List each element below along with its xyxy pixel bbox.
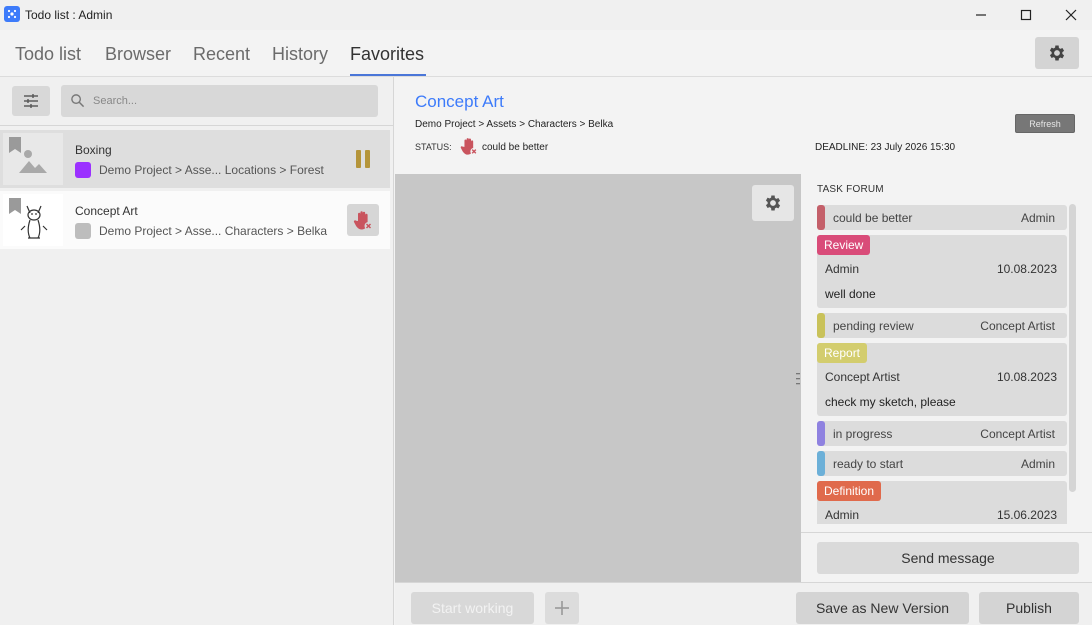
- message-status: could be better: [833, 211, 913, 225]
- message-date: 10.08.2023: [996, 370, 1057, 384]
- message-date: 15.06.2023: [996, 508, 1057, 522]
- forum-message-card: Review Admin 10.08.2023 well done: [817, 235, 1067, 308]
- refresh-button[interactable]: Refresh: [1015, 114, 1075, 133]
- thumbnail-sketch: [3, 194, 63, 246]
- action-bar: Start working Save as New Version Publis…: [395, 582, 1092, 625]
- forum-status-message: ready to start Admin: [817, 451, 1067, 476]
- stop-hand-icon: [460, 138, 478, 156]
- status-value: could be better: [482, 142, 549, 153]
- active-tab-indicator: [350, 74, 426, 76]
- forum-status-message: pending review Concept Artist: [817, 313, 1067, 338]
- color-swatch: [75, 162, 91, 178]
- message-tag: Review: [817, 235, 871, 255]
- tab-browser[interactable]: Browser: [105, 44, 171, 65]
- divider: [0, 125, 393, 126]
- message-author: Admin: [825, 262, 860, 276]
- task-status-button[interactable]: [347, 204, 379, 236]
- message-text: check my sketch, please: [825, 395, 956, 409]
- minimize-button[interactable]: [958, 0, 1004, 30]
- message-author: Admin: [825, 508, 860, 522]
- task-title: Concept Art: [415, 92, 504, 111]
- preview-settings-button[interactable]: [752, 185, 794, 221]
- gear-icon: [765, 195, 781, 211]
- forum-scrollbar[interactable]: [1069, 204, 1076, 492]
- bookmark-icon[interactable]: [8, 197, 22, 215]
- status-color-bar: [817, 451, 825, 476]
- tab-favorites[interactable]: Favorites: [350, 44, 424, 65]
- sliders-icon: [24, 94, 38, 108]
- message-author: Admin: [1020, 211, 1055, 225]
- message-author: Admin: [1020, 457, 1055, 471]
- minimize-icon: [976, 14, 986, 16]
- send-message-button[interactable]: Send message: [817, 542, 1079, 574]
- message-date: 10.08.2023: [996, 262, 1057, 276]
- task-item-boxing[interactable]: Boxing Demo Project > Asse... Locations …: [0, 130, 390, 188]
- pause-icon: [356, 150, 370, 168]
- breadcrumb: Demo Project > Assets > Characters > Bel…: [415, 119, 614, 130]
- forum-title: TASK FORUM: [817, 184, 884, 195]
- image-placeholder-icon: [19, 150, 47, 173]
- search-box: [61, 85, 378, 117]
- window-title: Todo list : Admin: [25, 8, 113, 22]
- color-swatch: [75, 223, 91, 239]
- publish-button[interactable]: Publish: [979, 592, 1079, 624]
- task-path: Demo Project > Asse... Locations > Fores…: [99, 163, 324, 177]
- message-author: Concept Artist: [980, 427, 1055, 441]
- status-color-bar: [817, 421, 825, 446]
- app-logo-icon: [4, 6, 20, 22]
- task-status-button[interactable]: [347, 143, 379, 175]
- message-text: well done: [825, 287, 876, 301]
- gear-icon: [1049, 45, 1065, 61]
- task-detail-header: Concept Art Demo Project > Assets > Char…: [395, 77, 1092, 174]
- status-label: STATUS:: [415, 142, 452, 152]
- message-tag: Definition: [817, 481, 882, 501]
- maximize-button[interactable]: [1003, 0, 1049, 30]
- tab-todo-list[interactable]: Todo list: [15, 44, 81, 65]
- task-name: Concept Art: [75, 204, 138, 218]
- forum-message-card: Report Concept Artist 10.08.2023 check m…: [817, 343, 1067, 416]
- save-new-version-button[interactable]: Save as New Version: [796, 592, 969, 624]
- plus-icon: [555, 601, 569, 615]
- message-author: Concept Artist: [980, 319, 1055, 333]
- message-tag: Report: [817, 343, 868, 363]
- task-forum: TASK FORUM could be better Admin Review …: [801, 174, 1092, 582]
- splitter-handle[interactable]: [796, 372, 800, 386]
- forum-status-message: in progress Concept Artist: [817, 421, 1067, 446]
- settings-button[interactable]: [1035, 37, 1079, 69]
- message-status: in progress: [833, 427, 893, 441]
- filter-button[interactable]: [12, 86, 50, 116]
- message-status: pending review: [833, 319, 914, 333]
- title-bar: Todo list : Admin: [0, 0, 1092, 30]
- close-button[interactable]: [1048, 0, 1092, 30]
- divider: [801, 532, 1092, 533]
- status-color-bar: [817, 313, 825, 338]
- maximize-icon: [1020, 9, 1032, 21]
- message-author: Concept Artist: [825, 370, 900, 384]
- status-color-bar: [817, 205, 825, 230]
- thumbnail-placeholder: [3, 133, 63, 185]
- stop-hand-icon: [353, 211, 373, 230]
- preview-area: [395, 174, 801, 582]
- add-button[interactable]: [545, 592, 579, 624]
- forum-message-card: Definition Admin 15.06.2023: [817, 481, 1067, 524]
- task-name: Boxing: [75, 143, 112, 157]
- tab-history[interactable]: History: [272, 44, 328, 65]
- tab-recent[interactable]: Recent: [193, 44, 250, 65]
- search-input[interactable]: [93, 85, 373, 117]
- forum-status-message: could be better Admin: [817, 205, 1067, 230]
- tab-bar: Todo list Browser Recent History Favorit…: [0, 30, 1092, 77]
- search-icon: [71, 94, 85, 108]
- deadline: DEADLINE: 23 July 2026 15:30: [815, 142, 956, 153]
- start-working-button[interactable]: Start working: [411, 592, 534, 624]
- task-item-concept-art[interactable]: Concept Art Demo Project > Asse... Chara…: [0, 191, 390, 249]
- message-status: ready to start: [833, 457, 904, 471]
- favorites-panel: Boxing Demo Project > Asse... Locations …: [0, 77, 394, 625]
- task-path: Demo Project > Asse... Characters > Belk…: [99, 224, 328, 238]
- close-icon: [1065, 9, 1077, 21]
